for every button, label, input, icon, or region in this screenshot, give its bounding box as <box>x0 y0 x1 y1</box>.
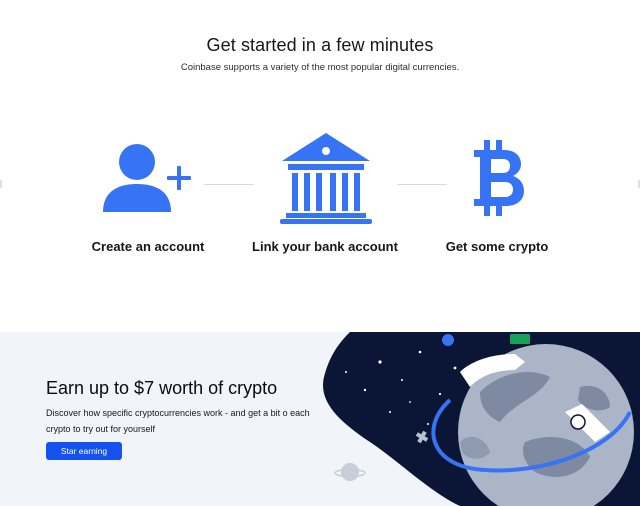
add-user-icon <box>103 144 191 212</box>
page-subtitle: Coinbase supports a variety of the most … <box>180 62 460 73</box>
step-create-account <box>100 140 196 214</box>
connector-line <box>397 184 447 185</box>
page-title: Get started in a few minutes <box>206 35 434 55</box>
promo-description: Discover how specific cryptocurrencies w… <box>46 408 310 434</box>
step-label-get-crypto: Get some crypto <box>445 239 549 254</box>
space-planet-illustration <box>323 332 640 506</box>
connector-line <box>204 184 254 185</box>
bitcoin-icon <box>474 140 524 216</box>
earn-promo-section: Earn up to $7 worth of crypto Discover h… <box>0 332 640 506</box>
step-link-bank <box>278 131 374 226</box>
step-label-create-account: Create an account <box>91 239 205 254</box>
get-started-section: Get started in a few minutes Coinbase su… <box>0 0 640 332</box>
bank-icon <box>280 133 372 224</box>
start-earning-button[interactable]: Star earning <box>46 442 122 460</box>
promo-title: Earn up to $7 worth of crypto <box>46 378 278 398</box>
window-edge <box>0 180 2 188</box>
step-label-link-bank: Link your bank account <box>252 239 398 254</box>
step-get-crypto <box>470 140 526 216</box>
